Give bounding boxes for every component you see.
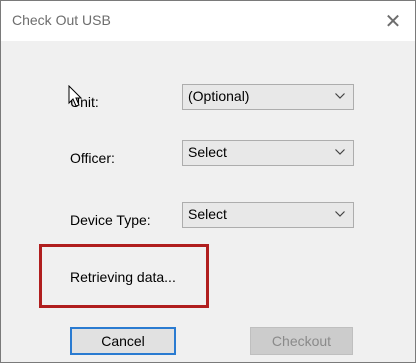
dialog-title: Check Out USB (12, 12, 111, 28)
officer-select-value: Select (188, 144, 227, 160)
device-type-select-value: Select (188, 206, 227, 222)
title-bar: Check Out USB ✕ (1, 1, 415, 41)
check-out-usb-dialog: Check Out USB ✕ Unit: (Optional) Officer… (0, 0, 416, 363)
status-highlight-box (39, 244, 209, 308)
checkout-button[interactable]: Checkout (250, 327, 353, 355)
device-type-select[interactable]: Select (182, 202, 354, 228)
mouse-cursor-icon (68, 85, 83, 107)
officer-select[interactable]: Select (182, 140, 354, 166)
chevron-down-icon (335, 149, 345, 155)
close-icon: ✕ (384, 10, 402, 33)
chevron-down-icon (335, 211, 345, 217)
close-button[interactable]: ✕ (371, 1, 415, 41)
cancel-button[interactable]: Cancel (70, 327, 176, 355)
unit-select-value: (Optional) (188, 88, 250, 104)
unit-select[interactable]: (Optional) (182, 84, 354, 110)
device-type-label: Device Type: (70, 212, 151, 228)
cancel-button-label: Cancel (101, 333, 145, 349)
chevron-down-icon (335, 93, 345, 99)
checkout-button-label: Checkout (271, 333, 332, 349)
officer-label: Officer: (70, 150, 115, 166)
